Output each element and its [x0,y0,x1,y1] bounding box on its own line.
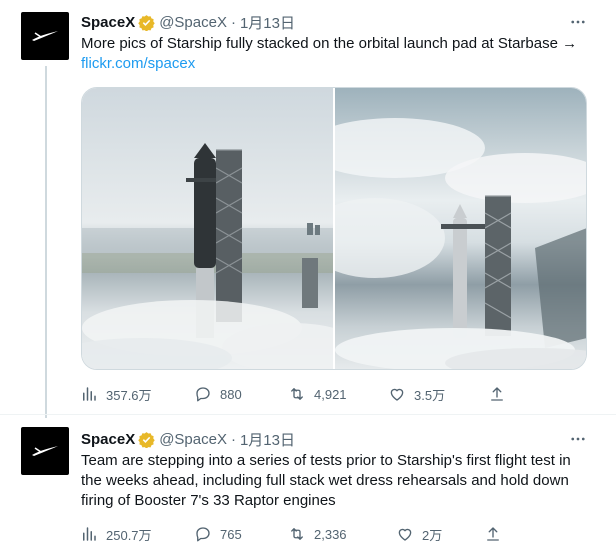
author-handle[interactable]: @SpaceX [159,431,227,448]
retweet-icon [287,524,307,544]
retweet-icon [287,384,307,404]
spacex-logo-icon [32,446,58,456]
like-button[interactable]: 2万 [395,524,442,544]
avatar[interactable] [21,12,69,60]
tweet-text: More pics of Starship fully stacked on t… [81,34,591,74]
verified-badge-icon [138,14,155,31]
views-icon [79,384,99,404]
reply-icon [193,384,213,404]
retweet-button[interactable]: 2,336 [287,524,347,544]
views-button[interactable]: 357.6万 [79,384,152,404]
reply-count: 765 [220,526,242,542]
reply-count: 880 [220,386,242,402]
separator-dot: · [230,430,236,448]
tweet-link[interactable]: flickr.com/spacex [81,54,591,74]
tweet[interactable]: SpaceX @SpaceX · 1月13日 Team are stepping… [0,414,616,554]
author-name[interactable]: SpaceX [81,431,135,448]
retweet-button[interactable]: 4,921 [287,384,347,404]
tweet-body: More pics of Starship fully stacked on t… [81,35,578,52]
like-icon [387,384,407,404]
photo-starship-pad-right[interactable] [335,88,586,369]
author-name[interactable]: SpaceX [81,14,135,31]
avatar[interactable] [21,427,69,475]
media-grid [81,87,587,370]
tweet-header: SpaceX @SpaceX · 1月13日 [81,429,295,449]
tweet-date[interactable]: 1月13日 [240,12,295,33]
like-icon [395,524,415,544]
views-count: 250.7万 [106,527,152,543]
separator-dot: · [230,13,236,31]
tweet[interactable]: SpaceX @SpaceX · 1月13日 More pics of Star… [0,0,616,418]
author-handle[interactable]: @SpaceX [159,14,227,31]
more-icon[interactable] [568,429,588,449]
like-count: 2万 [422,527,443,543]
reply-button[interactable]: 765 [193,524,242,544]
views-count: 357.6万 [106,387,152,403]
retweet-count: 2,336 [314,526,347,542]
thread-connector-line [45,66,47,418]
views-icon [79,524,99,544]
reply-button[interactable]: 880 [193,384,242,404]
retweet-count: 4,921 [314,386,347,402]
more-icon[interactable] [568,12,588,32]
share-button[interactable] [483,524,510,544]
tweet-actions: 250.7万 765 2,336 2万 [79,524,579,544]
views-button[interactable]: 250.7万 [79,524,152,544]
share-icon [487,384,507,404]
reply-icon [193,524,213,544]
share-button[interactable] [487,384,514,404]
tweet-header: SpaceX @SpaceX · 1月13日 [81,12,295,32]
photo-starship-pad-left[interactable] [82,88,333,369]
verified-badge-icon [138,431,155,448]
tweet-date[interactable]: 1月13日 [240,429,295,450]
tweet-actions: 357.6万 880 4,921 3.5万 [79,384,579,404]
tweet-body: Team are stepping into a series of tests… [81,452,571,509]
tweet-text: Team are stepping into a series of tests… [81,451,591,511]
like-count: 3.5万 [414,387,446,403]
spacex-logo-icon [32,31,58,41]
share-icon [483,524,503,544]
like-button[interactable]: 3.5万 [387,384,445,404]
